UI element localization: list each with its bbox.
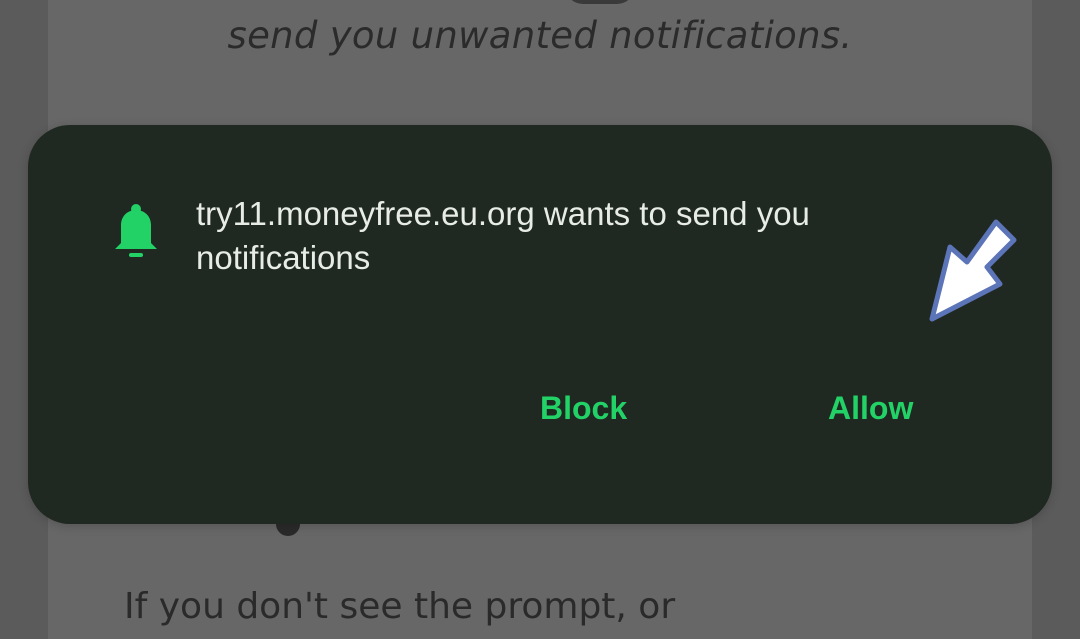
pointer-arrow-icon <box>929 219 1017 322</box>
notification-permission-dialog: try11.moneyfree.eu.org wants to send you… <box>28 125 1052 524</box>
notification-permission-message: try11.moneyfree.eu.org wants to send you… <box>196 195 810 276</box>
bell-icon <box>115 204 157 257</box>
allow-button[interactable]: Allow <box>816 383 925 433</box>
block-button[interactable]: Block <box>528 383 639 433</box>
background-help-text: If you don't see the prompt, or <box>124 586 676 627</box>
background-instruction-text: send you unwanted notifications. <box>227 14 853 57</box>
